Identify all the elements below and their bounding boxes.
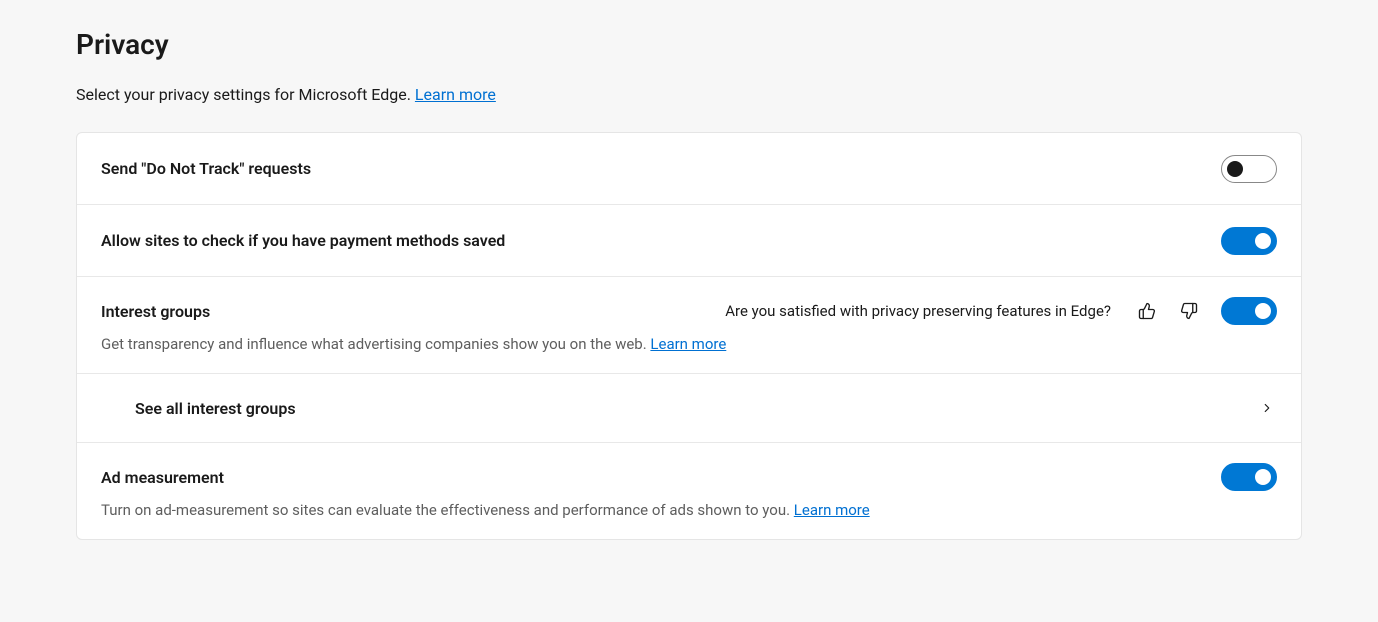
ad-measurement-learn-more-link[interactable]: Learn more: [794, 501, 870, 519]
payment-methods-toggle[interactable]: [1221, 227, 1277, 255]
page-description-text: Select your privacy settings for Microso…: [76, 85, 415, 104]
thumbs-up-icon[interactable]: [1137, 301, 1157, 321]
do-not-track-toggle[interactable]: [1221, 155, 1277, 183]
page-description: Select your privacy settings for Microso…: [76, 85, 1302, 104]
interest-groups-learn-more-link[interactable]: Learn more: [650, 335, 726, 353]
interest-groups-toggle[interactable]: [1221, 297, 1277, 325]
ad-measurement-description-text: Turn on ad-measurement so sites can eval…: [101, 501, 794, 519]
setting-do-not-track: Send "Do Not Track" requests: [77, 133, 1301, 205]
do-not-track-label: Send "Do Not Track" requests: [101, 159, 1221, 178]
interest-groups-description: Get transparency and influence what adve…: [101, 335, 1277, 353]
setting-interest-groups: Interest groups Are you satisfied with p…: [77, 277, 1301, 374]
thumbs-down-icon[interactable]: [1179, 301, 1199, 321]
see-all-interest-groups-row[interactable]: See all interest groups: [77, 374, 1301, 443]
setting-payment-methods: Allow sites to check if you have payment…: [77, 205, 1301, 277]
feedback-prompt: Are you satisfied with privacy preservin…: [725, 302, 1111, 320]
chevron-right-icon: [1257, 398, 1277, 418]
ad-measurement-label: Ad measurement: [101, 468, 1221, 487]
interest-groups-label: Interest groups: [101, 302, 210, 321]
see-all-interest-groups-label: See all interest groups: [135, 399, 1257, 418]
privacy-settings-card: Send "Do Not Track" requests Allow sites…: [76, 132, 1302, 540]
learn-more-link[interactable]: Learn more: [415, 85, 496, 104]
interest-groups-description-text: Get transparency and influence what adve…: [101, 335, 650, 353]
ad-measurement-toggle[interactable]: [1221, 463, 1277, 491]
page-title: Privacy: [76, 28, 1302, 61]
setting-ad-measurement: Ad measurement Turn on ad-measurement so…: [77, 443, 1301, 539]
payment-methods-label: Allow sites to check if you have payment…: [101, 231, 1221, 250]
ad-measurement-description: Turn on ad-measurement so sites can eval…: [101, 501, 1277, 519]
